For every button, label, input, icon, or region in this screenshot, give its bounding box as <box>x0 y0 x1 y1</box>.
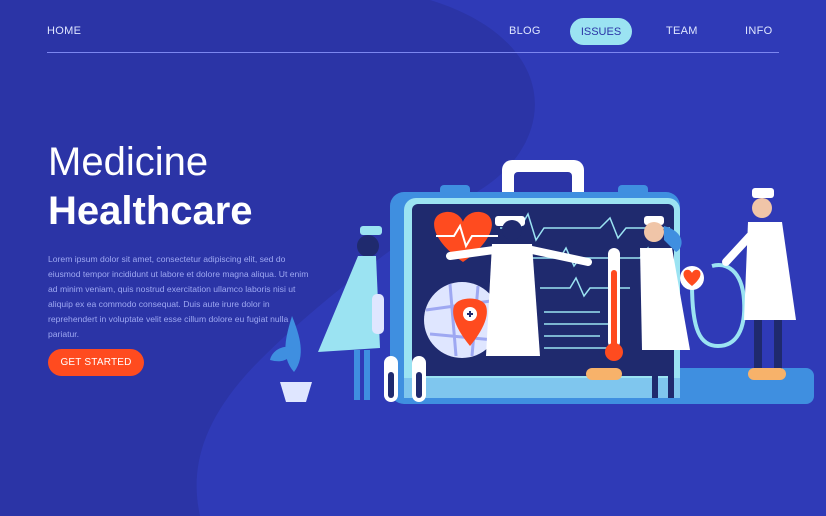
doctor-far-right <box>722 188 796 380</box>
healthcare-illustration <box>270 160 814 404</box>
nurse-left <box>318 226 384 400</box>
plant-icon <box>270 316 312 402</box>
heart-badge-icon <box>680 266 704 290</box>
